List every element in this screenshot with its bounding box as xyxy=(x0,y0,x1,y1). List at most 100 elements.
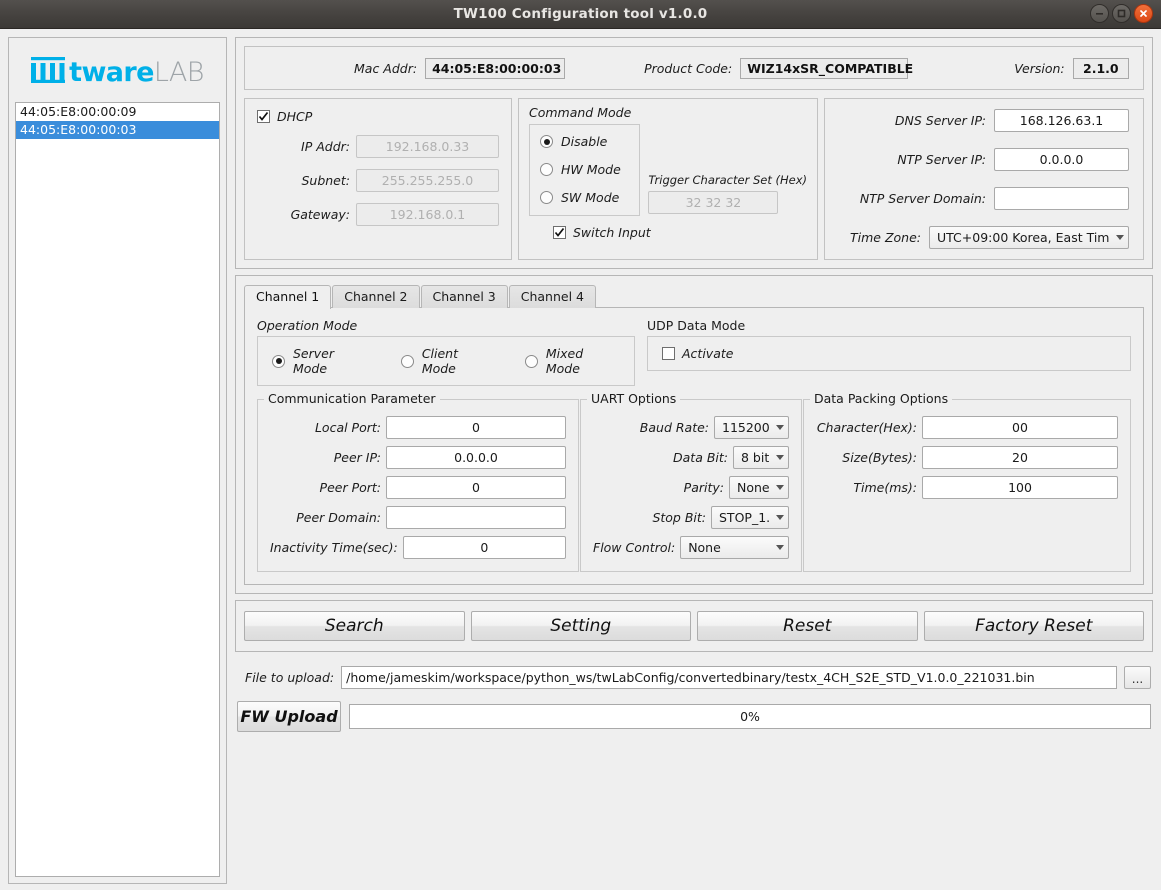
local-port-input[interactable]: 0 xyxy=(386,416,566,439)
switch-input-row[interactable]: Switch Input xyxy=(529,225,807,240)
ntp-server-ip-input[interactable]: 0.0.0.0 xyxy=(994,148,1129,171)
sidebar: twareLAB 44:05:E8:00:00:09 44:05:E8:00:0… xyxy=(8,37,227,884)
peer-domain-input[interactable] xyxy=(386,506,566,529)
list-item[interactable]: 44:05:E8:00:00:03 xyxy=(16,121,219,139)
ntp-server-ip-label: NTP Server IP: xyxy=(897,152,986,167)
channel-panel: Channel 1 Channel 2 Channel 3 Channel 4 … xyxy=(235,275,1153,594)
list-item[interactable]: 44:05:E8:00:00:09 xyxy=(16,103,219,121)
time-ms-label: Time(ms): xyxy=(853,480,917,495)
radio-mixed-mode[interactable]: Mixed Mode xyxy=(524,346,620,376)
settings-row: DHCP IP Addr: 192.168.0.33 Subnet: 255.2… xyxy=(244,98,1144,260)
peer-ip-row: Peer IP: 0.0.0.0 xyxy=(270,446,566,469)
product-code-value: WIZ14xSR_COMPATIBLE xyxy=(740,57,913,79)
radio-client-mode[interactable]: Client Mode xyxy=(400,346,495,376)
radio-mixed-mode-icon[interactable] xyxy=(524,354,538,368)
udp-activate-row[interactable]: Activate xyxy=(662,346,1116,361)
setting-button[interactable]: Setting xyxy=(470,611,691,641)
upload-section: File to upload: /home/jameskim/workspace… xyxy=(235,658,1153,732)
ip-address-row: IP Addr: 192.168.0.33 xyxy=(257,135,499,158)
minimize-icon[interactable] xyxy=(1090,4,1109,23)
tab-channel-4[interactable]: Channel 4 xyxy=(508,285,596,308)
character-hex-label: Character(Hex): xyxy=(816,420,917,435)
maximize-icon[interactable] xyxy=(1112,4,1131,23)
reset-button[interactable]: Reset xyxy=(697,611,918,641)
switch-input-checkbox[interactable] xyxy=(553,226,566,239)
parity-label: Parity: xyxy=(683,480,724,495)
file-to-upload-label: File to upload: xyxy=(245,670,335,685)
brand-name: twareLAB xyxy=(69,59,204,86)
stop-bit-label: Stop Bit: xyxy=(652,510,706,525)
ip-address-input[interactable]: 192.168.0.33 xyxy=(356,135,499,158)
peer-domain-row: Peer Domain: xyxy=(270,506,566,529)
ntp-server-domain-row: NTP Server Domain: xyxy=(835,187,1129,210)
device-list[interactable]: 44:05:E8:00:00:09 44:05:E8:00:00:03 xyxy=(15,102,220,877)
baud-rate-row: Baud Rate: 115200 xyxy=(593,416,789,439)
app-root: twareLAB 44:05:E8:00:00:09 44:05:E8:00:0… xyxy=(0,29,1161,890)
command-mode-body: Disable HW Mode SW Mode Trigger Characte… xyxy=(529,124,807,216)
parity-row: Parity: None xyxy=(593,476,789,499)
fw-upload-button[interactable]: FW Upload xyxy=(237,701,341,732)
flow-control-select[interactable]: None xyxy=(680,536,789,559)
parity-value: None xyxy=(737,480,770,495)
tab-channel-3[interactable]: Channel 3 xyxy=(420,285,508,308)
dhcp-checkbox[interactable] xyxy=(257,110,270,123)
data-bit-select[interactable]: 8 bit xyxy=(733,446,789,469)
command-mode-group: Command Mode Disable HW Mode SW Mode Tri… xyxy=(518,98,818,260)
size-bytes-input[interactable]: 20 xyxy=(922,446,1118,469)
inactivity-time-input[interactable]: 0 xyxy=(402,536,566,559)
data-packing-options-title: Data Packing Options xyxy=(810,391,953,406)
switch-input-label: Switch Input xyxy=(573,225,651,240)
data-bit-label: Data Bit: xyxy=(673,450,728,465)
search-button[interactable]: Search xyxy=(244,611,465,641)
radio-disable-icon[interactable] xyxy=(540,135,553,148)
stop-bit-row: Stop Bit: STOP_1.0 xyxy=(593,506,789,529)
timezone-select[interactable]: UTC+09:00 Korea, East Timor, F xyxy=(929,226,1129,249)
radio-sw-mode-label: SW Mode xyxy=(561,190,620,205)
parity-select[interactable]: None xyxy=(729,476,789,499)
close-icon[interactable] xyxy=(1134,4,1153,23)
radio-server-mode-icon[interactable] xyxy=(272,354,285,368)
trigger-character-input[interactable]: 32 32 32 xyxy=(648,191,779,214)
radio-disable[interactable]: Disable xyxy=(540,134,629,149)
peer-ip-input[interactable]: 0.0.0.0 xyxy=(386,446,566,469)
peer-domain-label: Peer Domain: xyxy=(296,510,381,525)
radio-client-mode-label: Client Mode xyxy=(421,346,459,376)
gateway-input[interactable]: 192.168.0.1 xyxy=(356,203,499,226)
size-bytes-row: Size(Bytes): 20 xyxy=(816,446,1118,469)
radio-server-mode-label: Server Mode xyxy=(293,346,334,376)
factory-reset-button[interactable]: Factory Reset xyxy=(923,611,1144,641)
baud-rate-select[interactable]: 115200 xyxy=(714,416,789,439)
tab-channel-1[interactable]: Channel 1 xyxy=(244,285,332,309)
radio-disable-label: Disable xyxy=(561,134,608,149)
character-hex-input[interactable]: 00 xyxy=(922,416,1118,439)
dhcp-checkbox-row[interactable]: DHCP xyxy=(257,109,499,124)
gateway-label: Gateway: xyxy=(290,207,350,222)
trigger-character-label: Trigger Character Set (Hex) xyxy=(648,173,807,187)
command-mode-title: Command Mode xyxy=(529,105,632,120)
baud-rate-label: Baud Rate: xyxy=(639,420,709,435)
radio-client-mode-icon[interactable] xyxy=(400,354,414,368)
progress-text: 0% xyxy=(740,709,760,724)
data-packing-options-group: Data Packing Options Character(Hex): 00 … xyxy=(803,391,1131,572)
local-port-row: Local Port: 0 xyxy=(270,416,566,439)
ntp-server-domain-input[interactable] xyxy=(994,187,1129,210)
version-label: Version: xyxy=(1014,60,1065,76)
udp-activate-checkbox[interactable] xyxy=(662,347,675,360)
radio-sw-mode[interactable]: SW Mode xyxy=(540,190,629,205)
radio-hw-mode-icon[interactable] xyxy=(540,163,553,176)
time-ms-row: Time(ms): 100 xyxy=(816,476,1118,499)
radio-server-mode[interactable]: Server Mode xyxy=(272,346,371,376)
subnet-input[interactable]: 255.255.255.0 xyxy=(356,169,499,192)
radio-hw-mode[interactable]: HW Mode xyxy=(540,162,629,177)
file-path-input[interactable]: /home/jameskim/workspace/python_ws/twLab… xyxy=(341,666,1117,689)
time-ms-input[interactable]: 100 xyxy=(922,476,1118,499)
stop-bit-select[interactable]: STOP_1.0 xyxy=(711,506,789,529)
radio-sw-mode-icon[interactable] xyxy=(540,191,553,204)
browse-button[interactable]: ... xyxy=(1124,666,1151,689)
file-upload-row: File to upload: /home/jameskim/workspace… xyxy=(237,666,1151,689)
tab-channel-2[interactable]: Channel 2 xyxy=(332,285,420,308)
chevron-down-icon xyxy=(776,485,784,490)
dns-server-input[interactable]: 168.126.63.1 xyxy=(994,109,1129,132)
window-controls xyxy=(1090,4,1153,23)
peer-port-input[interactable]: 0 xyxy=(386,476,566,499)
